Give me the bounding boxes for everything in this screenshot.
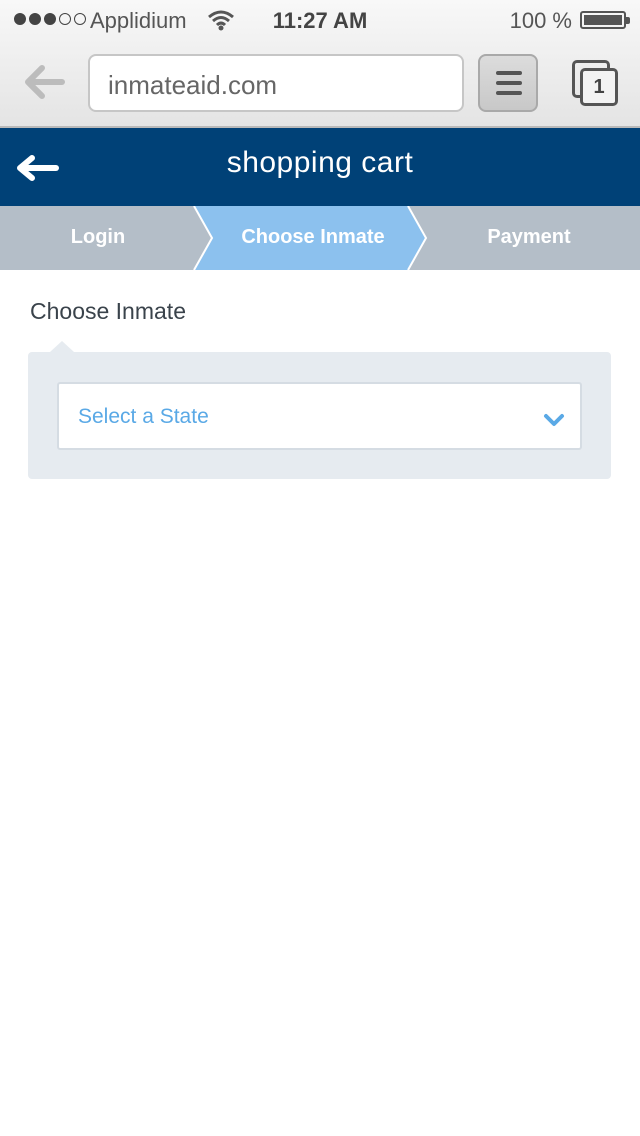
menu-button[interactable] bbox=[478, 54, 538, 112]
status-bar: Applidium 11:27 AM 100 % bbox=[0, 0, 640, 40]
page-title: shopping cart bbox=[226, 146, 414, 179]
panel-notch bbox=[50, 341, 74, 352]
tabs-button[interactable]: 1 bbox=[572, 60, 620, 108]
app-header: shopping cart bbox=[0, 128, 640, 206]
battery-percentage: 100 % bbox=[509, 8, 572, 33]
state-select-value: Select a State bbox=[78, 405, 209, 428]
menu-icon bbox=[496, 71, 522, 75]
step-payment[interactable]: Payment bbox=[424, 226, 634, 249]
browser-back-icon[interactable] bbox=[22, 62, 66, 102]
section-title: Choose Inmate bbox=[30, 298, 186, 324]
chevron-down-icon bbox=[544, 414, 564, 426]
url-field[interactable]: inmateaid.com bbox=[88, 54, 464, 112]
checkout-stepper: Login Choose Inmate Payment bbox=[0, 206, 640, 270]
step-login[interactable]: Login bbox=[0, 226, 196, 249]
tab-count: 1 bbox=[580, 68, 618, 106]
step-choose-inmate[interactable]: Choose Inmate bbox=[206, 226, 420, 249]
state-select[interactable]: Select a State bbox=[57, 382, 582, 450]
battery-icon bbox=[580, 11, 630, 29]
browser-chrome: Applidium 11:27 AM 100 % inmateaid.com 1 bbox=[0, 0, 640, 128]
